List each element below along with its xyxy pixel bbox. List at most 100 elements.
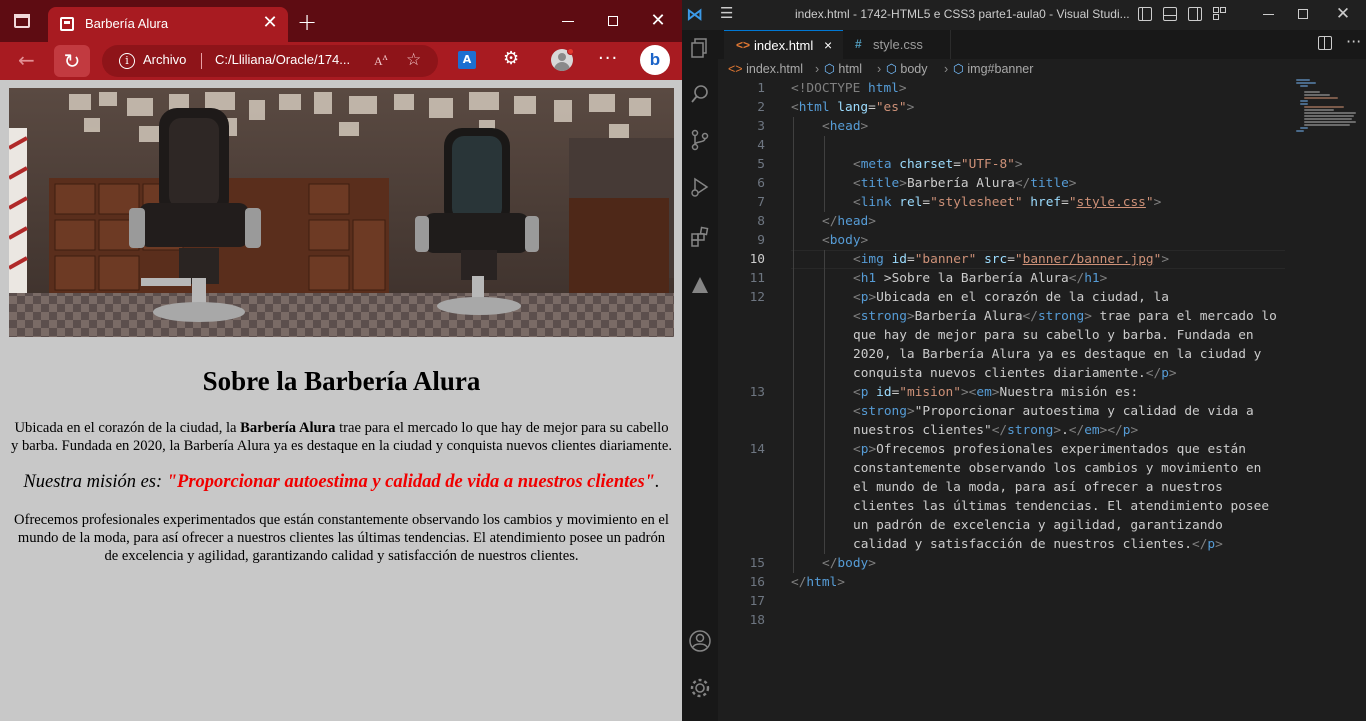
favorites-icon[interactable]: ☆ [406, 50, 421, 70]
tab-index-html[interactable]: <> index.html × [724, 30, 843, 59]
more-actions-icon[interactable]: ··· [1346, 32, 1361, 51]
code-token: html [806, 575, 838, 590]
code-token: un padrón de excelencia y agilidad, gara… [853, 518, 1223, 533]
code-link[interactable]: banner/banner.jpg [1023, 252, 1154, 267]
tab-actions-icon[interactable] [12, 12, 32, 30]
line-number: 4 [757, 138, 765, 153]
code-line-15: </body> [822, 556, 876, 571]
code-line-13-wrap: <strong>"Proporcionar autoestima y calid… [853, 404, 1254, 419]
info-icon[interactable]: i [119, 53, 135, 69]
code-line-1: <!DOCTYPE html> [791, 79, 907, 98]
extensions-icon[interactable]: ⚙ [503, 48, 519, 69]
line-number: 11 [749, 271, 765, 286]
explorer-icon[interactable] [682, 30, 718, 66]
line-number: 1 [757, 81, 765, 96]
close-tab-icon[interactable]: × [824, 31, 832, 60]
code-token: "banner" [914, 252, 977, 267]
code-line-14-wrap: un padrón de excelencia y agilidad, gara… [853, 516, 1223, 535]
chevron-right-icon: › [944, 62, 949, 76]
element-icon: ⬡ [824, 62, 835, 76]
vscode-window: ⋈ ☰ index.html - 1742-HTML5 e CSS3 parte… [682, 0, 1366, 721]
line-number: 18 [749, 613, 765, 628]
code-token: head [829, 119, 861, 134]
translate-icon[interactable]: A [458, 51, 476, 69]
line-number: 3 [757, 119, 765, 134]
code-line-14-wrap: calidad y satisfacción de nuestros clien… [853, 537, 1223, 552]
breadcrumb: <> index.html › ⬡ html › ⬡ body › ⬡ img#… [718, 59, 1366, 79]
breadcrumb-item-file[interactable]: <> index.html [728, 59, 803, 79]
activity-bar [682, 30, 718, 721]
toggle-panel-icon[interactable] [1163, 7, 1177, 21]
browser-tab-active[interactable]: Barbería Alura ✕ [48, 7, 288, 42]
account-icon[interactable] [682, 623, 718, 659]
code-line-12: <p>Ubicada en el corazón de la ciudad, l… [853, 290, 1169, 305]
code-token: href [1030, 195, 1062, 210]
services-paragraph: Ofrecemos profesionales experimentados q… [14, 511, 669, 565]
refresh-icon[interactable]: ↻ [54, 45, 90, 77]
toggle-sidebar-icon[interactable] [1138, 7, 1152, 21]
line-number: 2 [757, 100, 765, 115]
line-number-active: 10 [749, 252, 765, 267]
split-editor-icon[interactable] [1318, 36, 1332, 50]
alura-icon[interactable] [682, 267, 718, 303]
bing-icon[interactable]: b [640, 45, 670, 75]
code-token: html [868, 81, 899, 96]
address-scheme-label: Archivo [143, 52, 187, 67]
back-arrow-icon[interactable]: ← [18, 50, 35, 70]
code-token: "mision" [899, 385, 961, 400]
tab-style-css[interactable]: # style.css [843, 30, 951, 59]
toggle-secondary-sidebar-icon[interactable] [1188, 7, 1202, 21]
maximize-icon[interactable] [593, 8, 633, 34]
hamburger-menu-icon[interactable]: ☰ [720, 4, 733, 22]
profile-notification-badge [567, 48, 574, 55]
new-tab-icon[interactable]: + [296, 10, 318, 34]
line-number: 8 [757, 214, 765, 229]
breadcrumb-item-img[interactable]: ⬡ img#banner [953, 59, 1033, 79]
close-window-icon[interactable]: ✕ [1320, 0, 1366, 30]
address-bar[interactable]: i Archivo C:/Lliliana/Oracle/174... Aʌ ☆ [102, 45, 438, 77]
breadcrumb-item-body[interactable]: ⬡ body [886, 59, 928, 79]
code-token: src [984, 252, 1008, 267]
code-token: body [837, 556, 869, 571]
code-token: . [1061, 423, 1069, 438]
extensions-icon[interactable] [682, 219, 718, 255]
address-url[interactable]: C:/Lliliana/Oracle/174... [215, 52, 350, 67]
code-link[interactable]: style.css [1077, 195, 1146, 210]
customize-layout-icon[interactable] [1213, 7, 1227, 21]
code-token: rel [899, 195, 923, 210]
minimize-icon[interactable] [548, 8, 588, 34]
line-number: 12 [749, 290, 765, 305]
code-token: calidad y satisfacción de nuestros clien… [853, 537, 1192, 552]
css-file-icon: # [855, 37, 862, 51]
code-editor[interactable]: 1 2 3 4 5 6 7 8 9 10 11 12 13 14 15 16 1… [718, 79, 1366, 721]
read-aloud-icon[interactable]: Aʌ [374, 52, 388, 69]
indent-guide [824, 136, 825, 212]
code-token: Barbería Alura [914, 309, 1023, 324]
breadcrumb-item-html[interactable]: ⬡ html [824, 59, 862, 79]
close-tab-icon[interactable]: ✕ [260, 13, 280, 33]
indent-guide [793, 117, 794, 573]
editor-scrollbar[interactable] [1356, 79, 1366, 721]
code-token: nuestros clientes" [853, 423, 992, 438]
intro-paragraph: Ubicada en el corazón de la ciudad, la B… [11, 419, 672, 455]
tab-label: style.css [873, 37, 923, 52]
code-token: title [1030, 176, 1069, 191]
more-icon[interactable]: ··· [598, 48, 618, 69]
code-line-7: <link rel="stylesheet" href="style.css"> [853, 195, 1162, 210]
source-control-icon[interactable] [682, 122, 718, 158]
address-divider [201, 53, 202, 69]
code-token: clientes las últimas tendencias. El aten… [853, 499, 1270, 514]
search-icon[interactable] [682, 76, 718, 112]
page-favicon-icon [60, 17, 74, 31]
code-token: Barbería Alura [906, 176, 1015, 191]
code-line-11: <h1 >Sobre la Barbería Alura</h1> [853, 271, 1108, 286]
close-window-icon[interactable]: ✕ [638, 8, 678, 34]
line-number: 6 [757, 176, 765, 191]
browser-toolbar: ← ↻ i Archivo C:/Lliliana/Oracle/174... … [0, 42, 682, 80]
settings-icon[interactable] [682, 670, 718, 706]
run-debug-icon[interactable] [682, 169, 718, 205]
code-token: "es" [875, 100, 907, 115]
code-line-13: <p id="mision"><em>Nuestra misión es: [853, 385, 1139, 400]
breadcrumb-label: index.html [746, 62, 804, 76]
code-token: strong [1037, 309, 1085, 324]
